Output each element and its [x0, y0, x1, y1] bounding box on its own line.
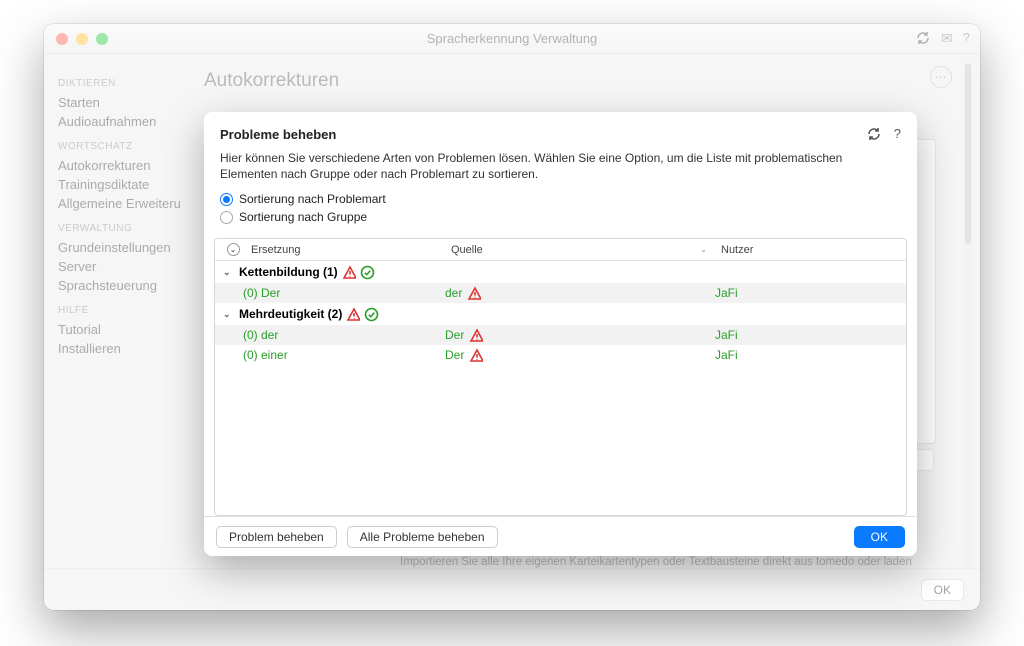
- table-header: ⌄ Ersetzung Quelle⌄ Nutzer: [215, 239, 906, 261]
- group-row[interactable]: ⌄ Mehrdeutigkeit (2): [215, 303, 906, 325]
- expand-all-toggle[interactable]: ⌄: [215, 243, 245, 256]
- cell-quelle: der: [445, 286, 462, 300]
- group-title: Kettenbildung (1): [239, 265, 338, 279]
- cell-ersetzung: (0) Der: [243, 286, 280, 300]
- app-window: Spracherkennung Verwaltung ✉ ? DIKTIEREN…: [44, 24, 980, 610]
- cell-quelle: Der: [445, 328, 464, 342]
- column-nutzer[interactable]: Nutzer: [715, 244, 906, 256]
- group-title: Mehrdeutigkeit (2): [239, 307, 342, 321]
- cell-nutzer: JaFi: [715, 328, 738, 342]
- radio-label: Sortierung nach Problemart: [239, 192, 386, 206]
- dialog-title: Probleme beheben: [220, 127, 866, 142]
- cell-nutzer: JaFi: [715, 348, 738, 362]
- warning-icon: [342, 265, 356, 279]
- cell-ersetzung: (0) der: [243, 328, 278, 342]
- column-ersetzung[interactable]: Ersetzung: [245, 244, 445, 256]
- fix-one-button[interactable]: Problem beheben: [216, 526, 337, 548]
- help-icon[interactable]: ?: [894, 126, 901, 142]
- dialog-description: Hier können Sie verschiedene Arten von P…: [220, 150, 901, 182]
- ok-button[interactable]: OK: [854, 526, 905, 548]
- problems-table: ⌄ Ersetzung Quelle⌄ Nutzer ⌄ Kettenbildu…: [214, 238, 907, 516]
- radio-dot-icon: [220, 193, 233, 206]
- radio-sort-gruppe[interactable]: Sortierung nach Gruppe: [220, 208, 901, 226]
- fix-all-button[interactable]: Alle Probleme beheben: [347, 526, 498, 548]
- warning-icon: [469, 348, 483, 362]
- cell-nutzer: JaFi: [715, 286, 738, 300]
- chevron-down-icon: ⌄: [223, 309, 235, 320]
- warning-icon: [467, 286, 481, 300]
- fix-problems-dialog: Probleme beheben ? Hier können Sie versc…: [204, 112, 917, 556]
- warning-icon: [346, 307, 360, 321]
- dialog-footer: Problem beheben Alle Probleme beheben OK: [204, 516, 917, 556]
- ok-icon[interactable]: [360, 265, 375, 280]
- refresh-icon[interactable]: [866, 126, 882, 142]
- table-row[interactable]: (0) Der der JaFi: [215, 283, 906, 303]
- radio-sort-problemart[interactable]: Sortierung nach Problemart: [220, 190, 901, 208]
- cell-quelle: Der: [445, 348, 464, 362]
- group-row[interactable]: ⌄ Kettenbildung (1): [215, 261, 906, 283]
- table-row[interactable]: (0) einer Der JaFi: [215, 345, 906, 365]
- radio-dot-icon: [220, 211, 233, 224]
- column-quelle[interactable]: Quelle⌄: [445, 244, 715, 256]
- ok-icon[interactable]: [364, 307, 379, 322]
- warning-icon: [469, 328, 483, 342]
- cell-ersetzung: (0) einer: [243, 348, 288, 362]
- table-row[interactable]: (0) der Der JaFi: [215, 325, 906, 345]
- radio-label: Sortierung nach Gruppe: [239, 210, 367, 224]
- chevron-down-icon: ⌄: [223, 267, 235, 278]
